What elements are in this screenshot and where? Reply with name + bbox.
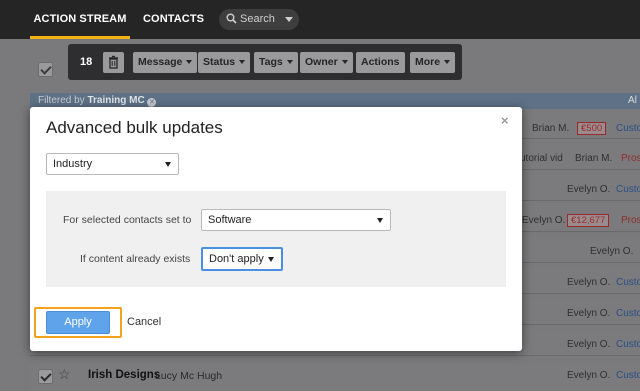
row-owner: Brian M. — [575, 153, 613, 164]
search-icon — [226, 13, 237, 27]
row-status: Custo — [616, 123, 640, 134]
top-navigation-bar: ACTION STREAM CONTACTS Search — [0, 0, 640, 39]
row-owner: Evelyn O. — [567, 339, 611, 350]
dialog-title: Advanced bulk updates — [46, 118, 223, 137]
clear-filter-icon[interactable]: ✕ — [147, 98, 157, 107]
field-select[interactable]: Industry — [46, 153, 179, 175]
row-status: Custo — [616, 184, 640, 195]
more-dropdown-button[interactable]: More — [410, 52, 456, 73]
filter-label: Filtered by Training MC ✕ — [38, 95, 157, 107]
tab-contacts[interactable]: CONTACTS — [143, 0, 204, 39]
row-owner: Brian M. — [532, 123, 570, 134]
row-subject: utorial vid — [520, 153, 563, 164]
set-value-select[interactable]: Software — [201, 209, 391, 231]
row-owner: Evelyn O. — [567, 370, 611, 381]
contact-name[interactable]: Lucy Mc Hugh — [155, 370, 222, 382]
filter-prefix: Filtered by — [38, 95, 85, 106]
row-owner: Evelyn O. — [567, 184, 611, 195]
owner-dropdown-button[interactable]: Owner — [300, 52, 353, 73]
row-status: Custo — [616, 308, 640, 319]
tab-action-stream[interactable]: ACTION STREAM — [30, 0, 130, 39]
search-placeholder: Search — [240, 13, 275, 25]
close-icon[interactable]: × — [501, 113, 509, 128]
update-options-panel — [46, 191, 506, 287]
chevron-down-icon — [285, 17, 293, 22]
row-status: Custo — [616, 370, 640, 381]
chevron-down-icon — [268, 257, 274, 262]
set-value-label: For selected contacts set to — [63, 214, 192, 226]
row-owner: Evelyn O. — [567, 277, 611, 288]
row-status: Custo — [616, 339, 640, 350]
row-status: Custo — [616, 277, 640, 288]
row-status: Pros — [621, 153, 640, 164]
existing-content-select[interactable]: Don't apply — [201, 247, 283, 271]
chevron-down-icon — [444, 60, 451, 65]
delete-button[interactable] — [103, 52, 124, 73]
all-toggle[interactable]: Al — [628, 95, 637, 106]
set-value-select-value: Software — [208, 214, 252, 226]
owner-label: Owner — [305, 56, 338, 68]
field-select-value: Industry — [53, 158, 93, 170]
chevron-down-icon — [377, 218, 383, 223]
existing-content-label: If content already exists — [80, 253, 191, 265]
deal-value-badge: €500 — [577, 122, 607, 135]
existing-content-value: Don't apply — [209, 253, 264, 265]
cancel-link[interactable]: Cancel — [127, 316, 161, 328]
tags-label: Tags — [259, 56, 283, 68]
row-status: Pros — [621, 215, 640, 226]
deal-value-badge: €12,677 — [567, 214, 610, 227]
status-label: Status — [203, 56, 236, 68]
row-owner: Evelyn O. — [567, 308, 611, 319]
status-dropdown-button[interactable]: Status — [198, 52, 251, 73]
chevron-down-icon — [341, 60, 348, 65]
trash-icon — [109, 55, 118, 69]
star-icon[interactable]: ☆ — [58, 366, 71, 383]
chevron-down-icon — [239, 60, 246, 65]
row-checkbox[interactable] — [38, 369, 53, 384]
actions-button[interactable]: Actions — [356, 52, 405, 73]
more-label: More — [415, 56, 441, 68]
tags-dropdown-button[interactable]: Tags — [254, 52, 298, 73]
filter-value: Training MC — [87, 95, 145, 106]
row-owner: Evelyn O. — [522, 215, 566, 226]
apply-button[interactable]: Apply — [46, 311, 110, 334]
chevron-down-icon — [186, 60, 193, 65]
search-box[interactable]: Search — [219, 9, 299, 30]
message-dropdown-button[interactable]: Message — [133, 52, 198, 73]
selected-count: 18 — [80, 56, 93, 68]
company-name[interactable]: Irish Designs — [88, 369, 160, 381]
message-label: Message — [138, 56, 183, 68]
actions-label: Actions — [361, 56, 400, 68]
chevron-down-icon — [165, 162, 171, 167]
select-all-checkbox[interactable] — [38, 62, 53, 77]
chevron-down-icon — [286, 60, 293, 65]
row-owner: Evelyn O. — [590, 246, 634, 257]
